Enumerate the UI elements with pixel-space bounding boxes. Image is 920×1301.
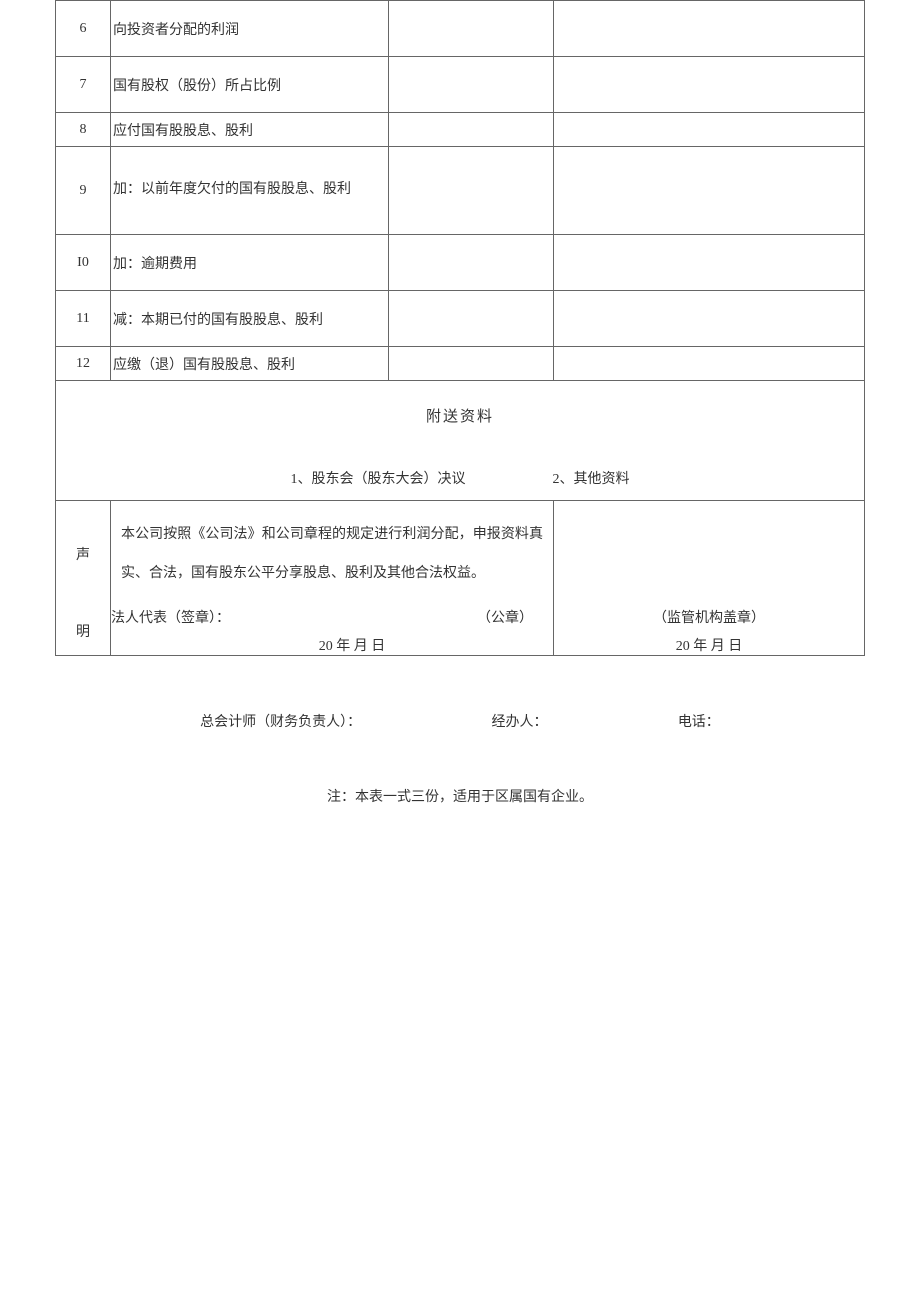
- declaration-side-char-top: 声: [56, 544, 110, 564]
- table-row: 12 应缴（退）国有股股息、股利: [56, 347, 865, 381]
- accountant-label: 总会计师（财务负责人）：: [200, 711, 361, 731]
- legal-rep-label: 法人代表（签章）：: [111, 607, 230, 627]
- company-seal-label: （公章）: [477, 607, 533, 627]
- row-index: 12: [56, 350, 110, 378]
- row-value-2[interactable]: [554, 358, 864, 370]
- legal-rep-sign-line: 法人代表（签章）： （公章）: [111, 607, 553, 627]
- row-value-2[interactable]: [554, 185, 864, 197]
- declaration-row-top: 声 本公司按照《公司法》和公司章程的规定进行利润分配，申报资料真实、合法，国有股…: [56, 501, 865, 608]
- row-index: I0: [56, 249, 110, 277]
- table-row: 7 国有股权（股份）所占比例: [56, 57, 865, 113]
- date-right: 20 年 月 日: [554, 627, 864, 655]
- row-index: 9: [56, 177, 110, 205]
- row-value-1[interactable]: [389, 185, 553, 197]
- row-value-1[interactable]: [389, 23, 553, 35]
- row-value-1[interactable]: [389, 358, 553, 370]
- attachments-section: 附送资料 1、股东会（股东大会）决议 2、其他资料: [56, 381, 865, 501]
- row-label: 减：本期已付的国有股股息、股利: [111, 303, 388, 335]
- row-label: 加：逾期费用: [111, 247, 388, 279]
- form-table: 6 向投资者分配的利润 7 国有股权（股份）所占比例 8 应付国有股股息、股利 …: [55, 0, 865, 656]
- attachment-item-1: 1、股东会（股东大会）决议: [291, 468, 466, 488]
- row-value-2[interactable]: [554, 313, 864, 325]
- table-row: 6 向投资者分配的利润: [56, 1, 865, 57]
- row-label: 向投资者分配的利润: [111, 13, 388, 45]
- table-row: 8 应付国有股股息、股利: [56, 113, 865, 147]
- row-value-2[interactable]: [554, 79, 864, 91]
- row-value-1[interactable]: [389, 313, 553, 325]
- row-value-1[interactable]: [389, 124, 553, 136]
- handler-label: 经办人：: [491, 711, 547, 731]
- row-value-2[interactable]: [554, 257, 864, 269]
- attachment-item-2: 2、其他资料: [553, 468, 630, 488]
- signer-line: 总会计师（财务负责人）： 经办人： 电话：: [55, 711, 865, 731]
- date-left: 20 年 月 日: [111, 627, 553, 655]
- row-label: 国有股权（股份）所占比例: [111, 69, 388, 101]
- row-index: 11: [56, 305, 110, 333]
- declaration-row-bottom: 明 法人代表（签章）： （公章） 20 年 月 日 （监管机构盖章） 20 年 …: [56, 607, 865, 656]
- table-row: 9 加：以前年度欠付的国有股股息、股利: [56, 147, 865, 235]
- supervisor-seal-label: （监管机构盖章）: [554, 607, 864, 627]
- phone-label: 电话：: [678, 711, 720, 731]
- declaration-side-char-bottom: 明: [56, 621, 110, 641]
- attachments-title: 附送资料: [56, 381, 864, 438]
- row-value-2[interactable]: [554, 23, 864, 35]
- row-index: 7: [56, 71, 110, 99]
- row-value-1[interactable]: [389, 79, 553, 91]
- attachments-list: 1、股东会（股东大会）决议 2、其他资料: [56, 438, 864, 500]
- row-index: 6: [56, 15, 110, 43]
- row-index: 8: [56, 116, 110, 144]
- row-label: 应付国有股股息、股利: [111, 114, 388, 146]
- row-label: 加：以前年度欠付的国有股股息、股利: [111, 166, 388, 214]
- form-note: 注：本表一式三份，适用于区属国有企业。: [55, 786, 865, 806]
- table-row: I0 加：逾期费用: [56, 235, 865, 291]
- row-value-1[interactable]: [389, 257, 553, 269]
- row-label: 应缴（退）国有股股息、股利: [111, 348, 388, 380]
- declaration-text: 本公司按照《公司法》和公司章程的规定进行利润分配，申报资料真实、合法，国有股东公…: [111, 501, 553, 607]
- table-row: 11 减：本期已付的国有股股息、股利: [56, 291, 865, 347]
- row-value-2[interactable]: [554, 124, 864, 136]
